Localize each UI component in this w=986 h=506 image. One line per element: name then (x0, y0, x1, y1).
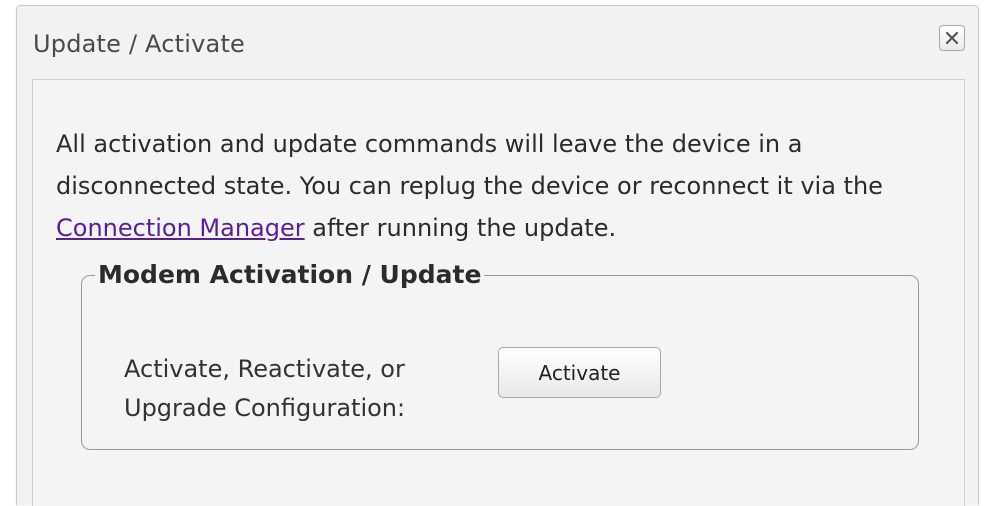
dialog-titlebar[interactable]: Update / Activate (17, 6, 978, 79)
activate-field-label: Activate, Reactivate, or Upgrade Configu… (124, 350, 405, 428)
activate-button[interactable]: Activate (498, 347, 661, 398)
disconnect-warning-text: All activation and update commands will … (56, 123, 961, 249)
connection-manager-link[interactable]: Connection Manager (56, 214, 305, 242)
description-text-start: All activation and update commands will … (56, 130, 883, 200)
activate-field-label-line1: Activate, Reactivate, or (124, 355, 405, 383)
update-activate-dialog: Update / Activate All activation and upd… (16, 5, 979, 506)
modem-activation-group: Modem Activation / Update Activate, Reac… (81, 260, 919, 450)
close-button[interactable] (939, 25, 965, 51)
description-text-end: after running the update. (304, 214, 617, 242)
modem-activation-legend: Modem Activation / Update (98, 260, 482, 289)
activate-field-label-line2: Upgrade Configuration: (124, 394, 406, 422)
dialog-content: All activation and update commands will … (32, 79, 965, 506)
dialog-title: Update / Activate (33, 30, 246, 58)
close-icon (945, 31, 959, 45)
